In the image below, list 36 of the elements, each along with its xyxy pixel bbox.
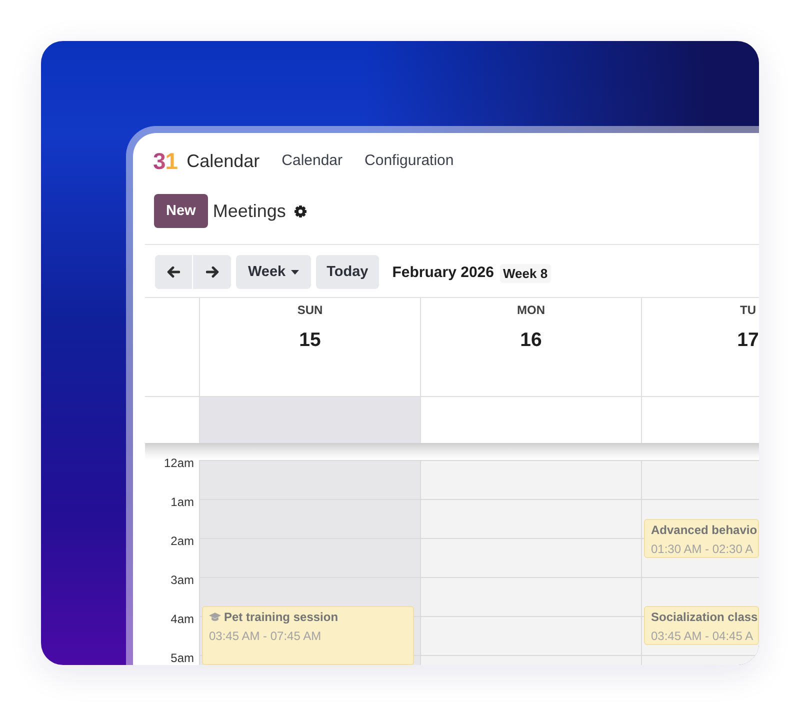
calendar-event[interactable]: Socialization class 03:45 AM - 04:45 A (644, 606, 759, 646)
time-label: 1am (170, 495, 194, 509)
arrow-left-icon (167, 266, 180, 278)
next-button[interactable] (193, 255, 231, 289)
gear-icon[interactable] (294, 204, 307, 218)
event-title: Socialization class (651, 610, 758, 624)
day-name: TU (740, 303, 756, 317)
new-button[interactable]: New (154, 194, 208, 228)
event-time: 03:45 AM - 04:45 A (651, 629, 754, 644)
app-name[interactable]: Calendar (186, 150, 260, 172)
time-label: 4am (170, 612, 194, 626)
event-title: Advanced behavio (651, 522, 758, 536)
day-name: SUN (297, 303, 323, 317)
arrow-right-icon (206, 266, 218, 278)
period-title: February 2026 (392, 264, 494, 280)
day-date: 15 (299, 328, 321, 352)
menu-item[interactable]: Configuration (354, 150, 465, 172)
previous-button[interactable] (155, 255, 192, 289)
menu-item[interactable]: Calendar (270, 150, 354, 172)
week-number-badge: Week 8 (500, 264, 551, 282)
day-name: MON (517, 303, 545, 317)
day-date: 16 (520, 328, 542, 352)
day-date: 17 (737, 328, 759, 352)
event-title: Pet training session (224, 610, 338, 624)
event-time: 03:45 AM - 07:45 AM (209, 629, 322, 644)
today-button[interactable]: Today (316, 255, 380, 289)
time-label: 3am (170, 573, 194, 587)
caret-icon (290, 270, 299, 274)
calendar-event[interactable]: Pet training session 03:45 AM - 07:45 AM (202, 606, 414, 665)
time-label: 2am (170, 534, 194, 548)
page-title: Meetings (212, 200, 286, 223)
calendar-event[interactable]: Advanced behavio 01:30 AM - 02:30 A (644, 518, 759, 558)
time-label: 5am (170, 651, 194, 665)
event-time: 01:30 AM - 02:30 A (651, 542, 754, 556)
scale-dropdown-button[interactable]: Week (236, 255, 311, 289)
time-label: 12am (164, 456, 194, 470)
